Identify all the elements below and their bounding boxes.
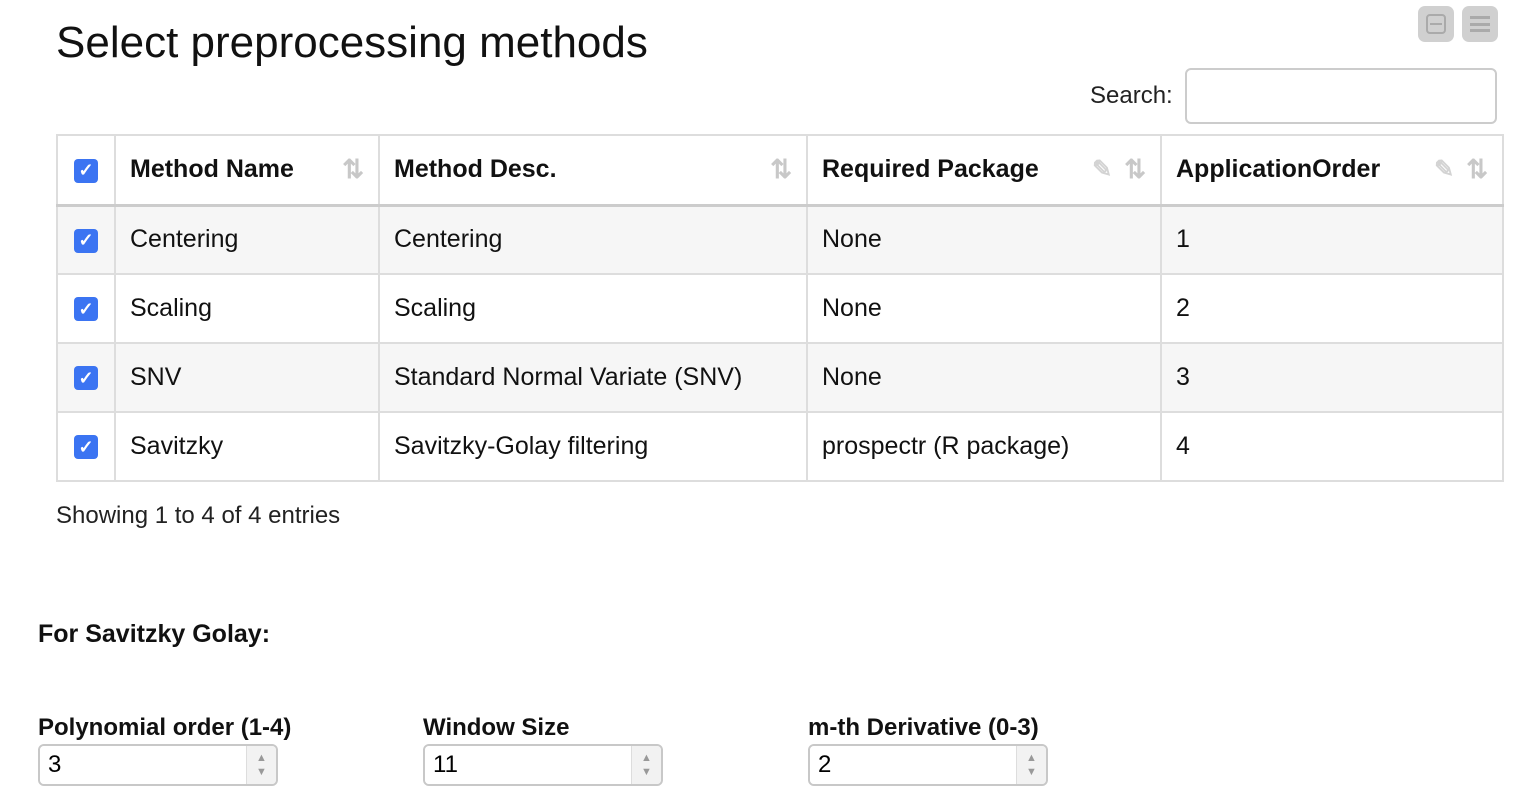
- table-header-row: ✓ Method Name ⇅ Method Desc. ⇅ Required Pa…: [56, 134, 1504, 207]
- cell-application-order[interactable]: 4: [1160, 411, 1504, 482]
- cell-method-desc: Scaling: [378, 273, 808, 344]
- polynomial-order-field: Polynomial order (1-4) ▲▼: [38, 714, 291, 786]
- cell-application-order[interactable]: 3: [1160, 342, 1504, 413]
- page-title: Select preprocessing methods: [56, 18, 648, 67]
- edit-icon[interactable]: ✎: [1434, 155, 1454, 184]
- window-size-field: Window Size ▲▼: [423, 714, 663, 786]
- collapse-button[interactable]: [1418, 6, 1454, 42]
- select-all-checkbox[interactable]: ✓: [74, 158, 98, 183]
- sort-icon[interactable]: ⇅: [342, 154, 364, 185]
- header-required-package[interactable]: Required Package ✎ ⇅: [806, 134, 1162, 207]
- cell-required-package[interactable]: None: [806, 204, 1162, 275]
- table-row[interactable]: ✓ Centering Centering None 1: [56, 204, 1504, 275]
- row-checkbox[interactable]: ✓: [74, 228, 98, 253]
- select-all-cell: ✓: [56, 134, 116, 207]
- cell-method-name: Centering: [114, 204, 380, 275]
- methods-table: ✓ Method Name ⇅ Method Desc. ⇅ Required Pa…: [56, 134, 1504, 482]
- derivative-label: m-th Derivative (0-3): [808, 714, 1039, 741]
- cell-required-package[interactable]: None: [806, 273, 1162, 344]
- table-row[interactable]: ✓ SNV Standard Normal Variate (SNV) None…: [56, 342, 1504, 413]
- spin-up-icon[interactable]: ▲: [256, 751, 267, 765]
- sort-icon[interactable]: ⇅: [1466, 154, 1488, 185]
- header-application-order[interactable]: ApplicationOrder ✎ ⇅: [1160, 134, 1504, 207]
- derivative-input[interactable]: [810, 746, 1016, 784]
- polynomial-order-stepper[interactable]: ▲ ▼: [246, 746, 276, 784]
- search-input[interactable]: [1184, 68, 1497, 124]
- edit-icon[interactable]: ✎: [1092, 155, 1112, 184]
- sort-icon[interactable]: ⇅: [770, 154, 792, 185]
- derivative-field: m-th Derivative (0-3) ▲▼: [808, 714, 1048, 786]
- menu-button[interactable]: [1462, 6, 1498, 42]
- cell-application-order[interactable]: 1: [1160, 204, 1504, 275]
- spin-up-icon[interactable]: ▲: [641, 751, 652, 765]
- cell-method-desc: Centering: [378, 204, 808, 275]
- cell-application-order[interactable]: 2: [1160, 273, 1504, 344]
- header-method-name[interactable]: Method Name ⇅: [114, 134, 380, 207]
- cell-method-name: Savitzky: [114, 411, 380, 482]
- menu-icon: [1470, 16, 1490, 32]
- sort-icon[interactable]: ⇅: [1124, 154, 1146, 185]
- collapse-icon: [1426, 14, 1446, 34]
- spin-down-icon[interactable]: ▼: [641, 765, 652, 779]
- row-checkbox[interactable]: ✓: [74, 435, 98, 460]
- cell-method-desc: Savitzky-Golay filtering: [378, 411, 808, 482]
- cell-required-package[interactable]: None: [806, 342, 1162, 413]
- row-checkbox[interactable]: ✓: [74, 366, 98, 391]
- savitzky-golay-heading: For Savitzky Golay:: [38, 620, 271, 648]
- row-checkbox[interactable]: ✓: [74, 297, 98, 322]
- window-size-label: Window Size: [423, 714, 570, 741]
- derivative-stepper[interactable]: ▲ ▼: [1016, 746, 1046, 784]
- cell-method-desc: Standard Normal Variate (SNV): [378, 342, 808, 413]
- spin-up-icon[interactable]: ▲: [1026, 751, 1037, 765]
- spin-down-icon[interactable]: ▼: [1026, 765, 1037, 779]
- table-row[interactable]: ✓ Scaling Scaling None 2: [56, 273, 1504, 344]
- polynomial-order-input[interactable]: [40, 746, 246, 784]
- window-size-stepper[interactable]: ▲ ▼: [631, 746, 661, 784]
- table-row[interactable]: ✓ Savitzky Savitzky-Golay filtering pros…: [56, 411, 1504, 482]
- window-size-input[interactable]: [425, 746, 631, 784]
- polynomial-order-label: Polynomial order (1-4): [38, 714, 292, 741]
- header-method-desc[interactable]: Method Desc. ⇅: [378, 134, 808, 207]
- panel-controls: [1418, 6, 1498, 42]
- cell-method-name: Scaling: [114, 273, 380, 344]
- spin-down-icon[interactable]: ▼: [256, 765, 267, 779]
- search-area: Search:: [1090, 68, 1497, 124]
- search-label: Search:: [1090, 82, 1173, 109]
- cell-method-name: SNV: [114, 342, 380, 413]
- table-info: Showing 1 to 4 of 4 entries: [56, 502, 341, 529]
- cell-required-package[interactable]: prospectr (R package): [806, 411, 1162, 482]
